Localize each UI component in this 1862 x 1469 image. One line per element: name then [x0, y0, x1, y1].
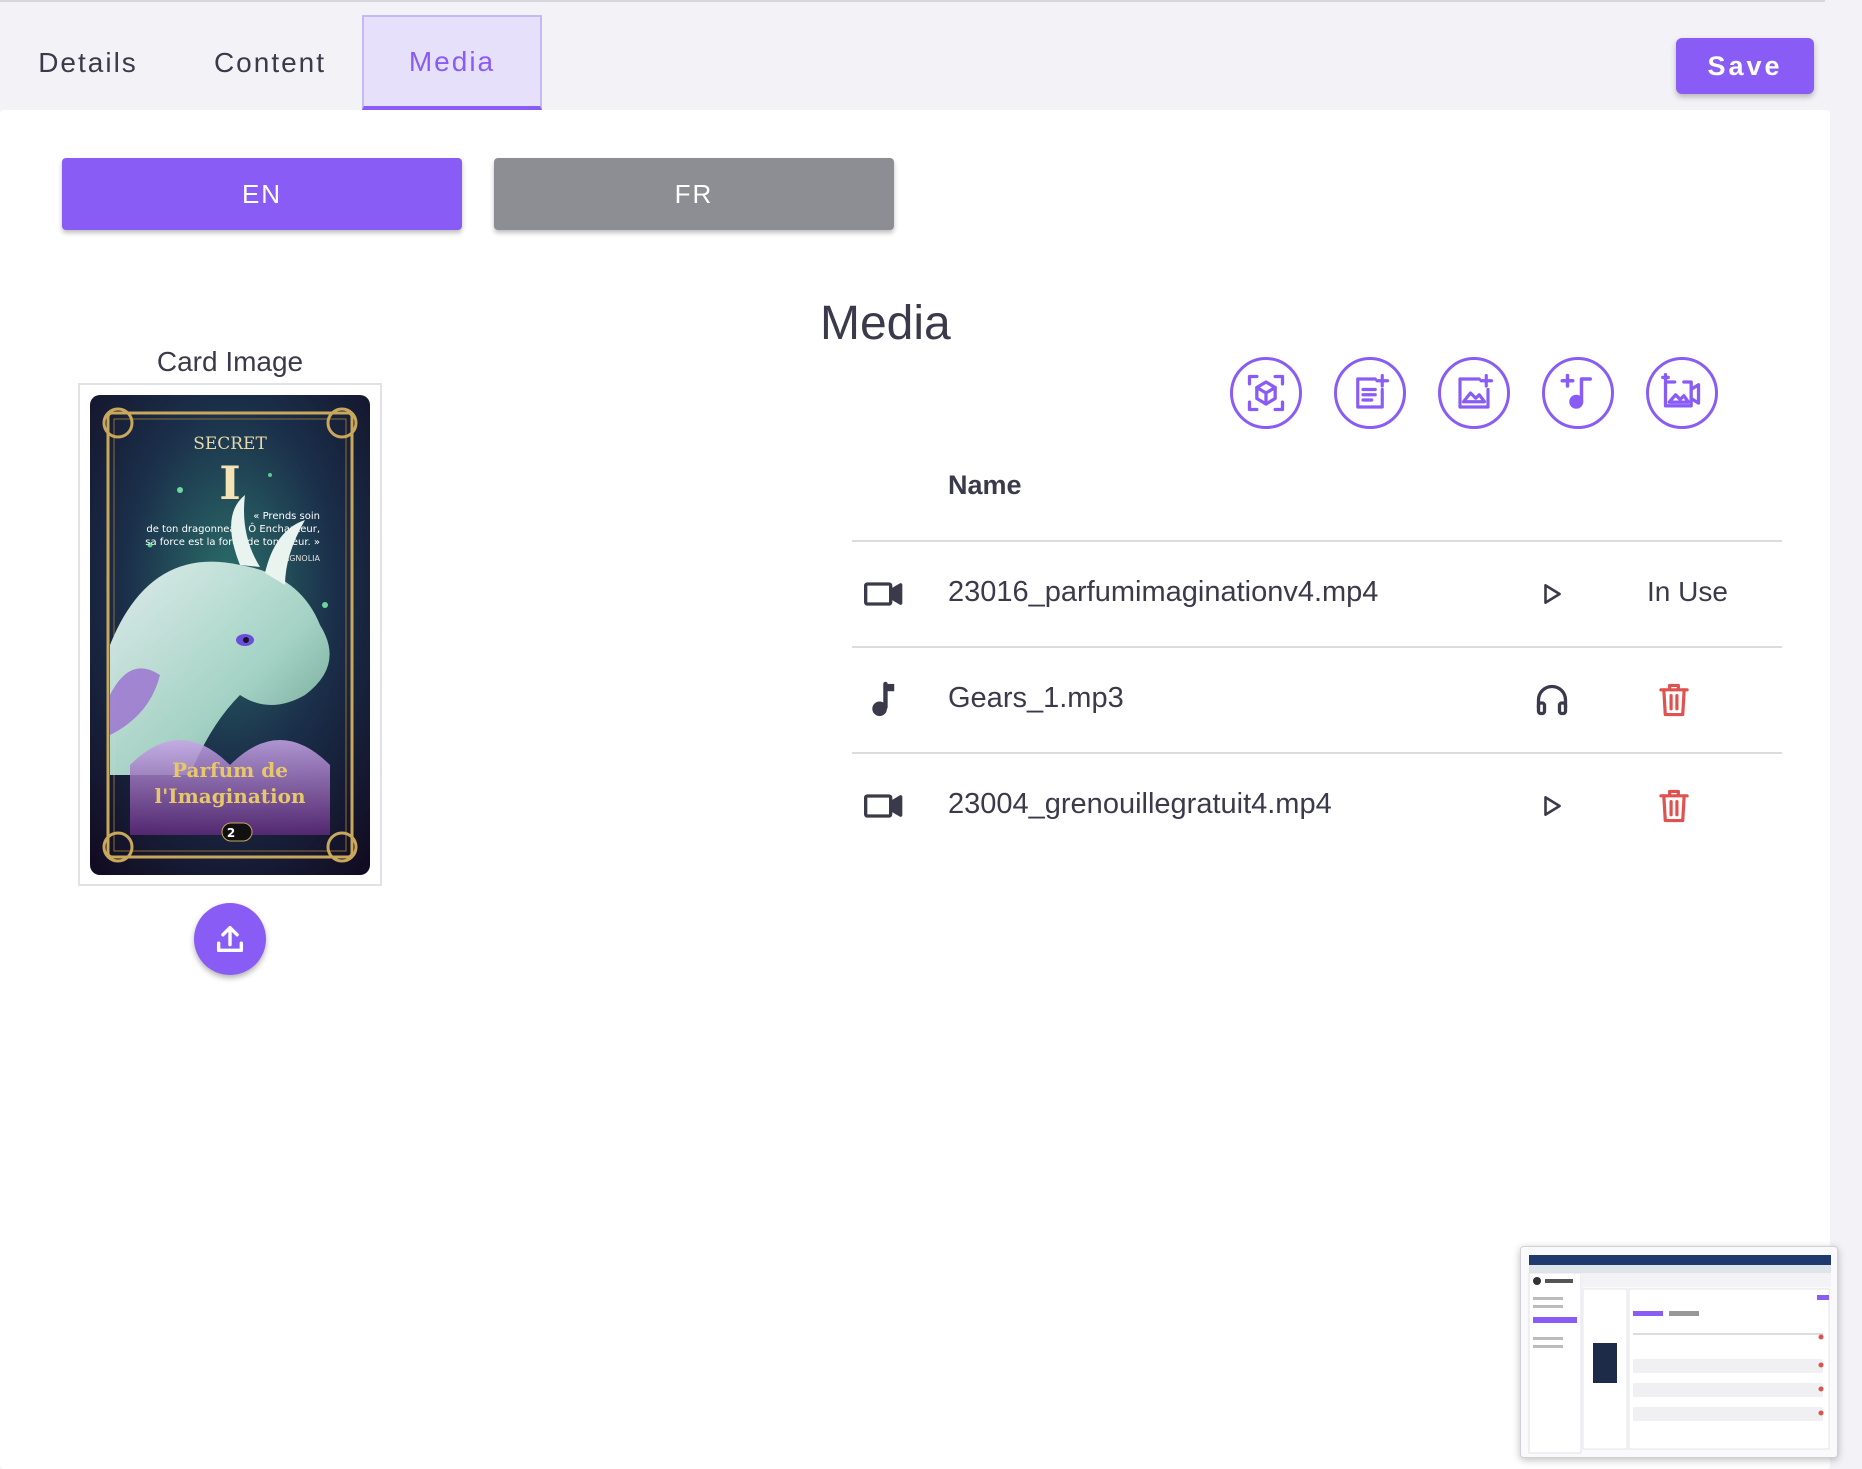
media-row: 23016_parfumimaginationv4.mp4 In Use [852, 542, 1782, 646]
trash-icon [1659, 789, 1689, 823]
play-icon [1544, 584, 1561, 604]
in-use-status: In Use [1647, 576, 1728, 607]
add-audio-icon [1560, 373, 1592, 409]
video-file-icon [862, 572, 906, 616]
window-top-border [0, 0, 1825, 2]
play-button[interactable] [1532, 574, 1572, 614]
video-file-icon [862, 784, 906, 828]
tab-details[interactable]: Details [18, 15, 158, 110]
add-video-icon [1661, 373, 1701, 408]
add-text-button[interactable] [1334, 357, 1406, 429]
tab-content-label: Content [213, 46, 327, 78]
column-header-name: Name [948, 470, 1022, 500]
card-image: SECRET I « Prends soin de ton dragonneau… [90, 395, 370, 875]
delete-button[interactable] [1652, 784, 1696, 828]
play-icon [1544, 796, 1561, 816]
media-row: 23004_grenouillegratuit4.mp4 [852, 754, 1782, 858]
add-text-icon [1356, 373, 1390, 409]
upload-icon [216, 925, 244, 953]
card-image-frame: SECRET I « Prends soin de ton dragonneau… [78, 383, 382, 886]
card-image-label: Card Image [156, 346, 304, 377]
add-video-button[interactable] [1646, 357, 1718, 429]
media-file-name: 23016_parfumimaginationv4.mp4 [948, 576, 1379, 608]
add-ar-model-button[interactable] [1230, 357, 1302, 429]
delete-button[interactable] [1652, 678, 1696, 722]
add-audio-button[interactable] [1542, 357, 1614, 429]
tab-details-label: Details [38, 46, 138, 78]
upload-card-image-button[interactable] [194, 903, 266, 975]
card-title-line2: l'Imagination [155, 784, 306, 808]
tab-content[interactable]: Content [196, 15, 344, 110]
card-numeral-text: I [219, 456, 241, 510]
card-badge-number: 2 [227, 826, 235, 840]
language-fr-button[interactable]: FR [494, 158, 894, 230]
tab-media-label: Media [408, 45, 496, 77]
ar-cube-icon [1247, 374, 1285, 412]
card-title-line1: Parfum de [172, 758, 288, 782]
card-secret-text: SECRET [193, 434, 267, 454]
headphones-icon [1536, 684, 1568, 716]
language-en-button[interactable]: EN [62, 158, 462, 230]
play-button[interactable] [1532, 786, 1572, 826]
add-image-button[interactable] [1438, 357, 1510, 429]
card-quote-line1: « Prends soin [253, 511, 320, 522]
tab-media[interactable]: Media [362, 15, 542, 110]
save-button[interactable]: Save [1676, 38, 1814, 94]
media-file-name: Gears_1.mp3 [948, 682, 1124, 714]
media-row: Gears_1.mp3 [852, 648, 1782, 752]
listen-button[interactable] [1532, 680, 1572, 720]
add-image-icon [1458, 373, 1494, 409]
screenshot-thumbnail[interactable] [1520, 1246, 1838, 1458]
media-file-name: 23004_grenouillegratuit4.mp4 [948, 788, 1332, 820]
media-section-title: Media [820, 297, 951, 350]
trash-icon [1659, 683, 1689, 717]
audio-file-icon [862, 678, 906, 722]
